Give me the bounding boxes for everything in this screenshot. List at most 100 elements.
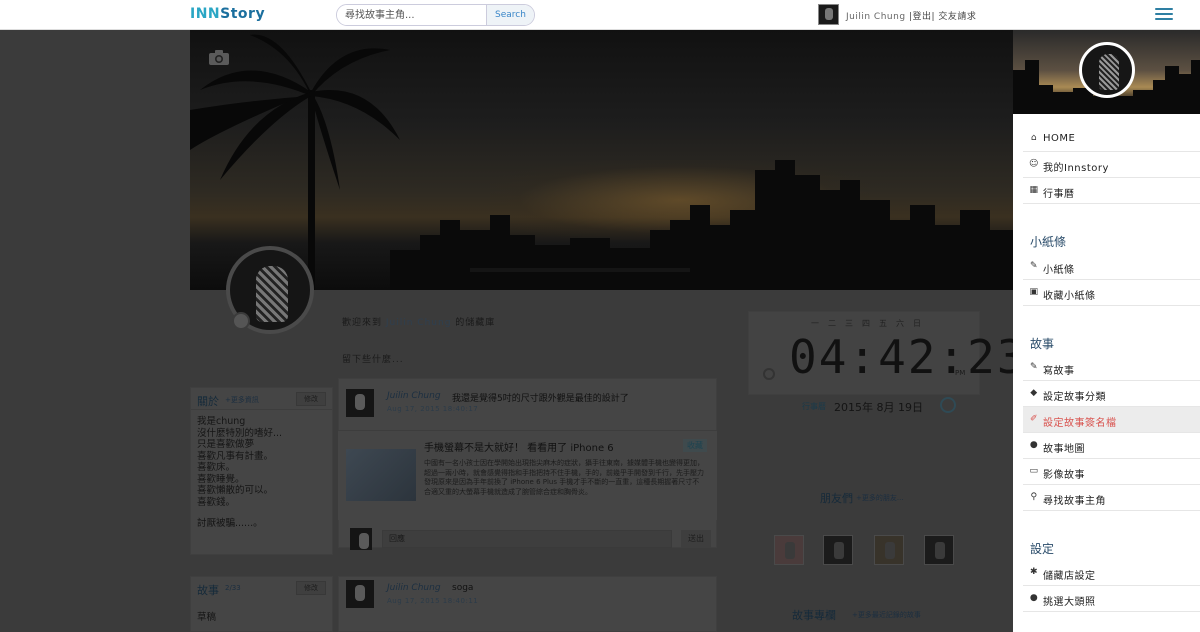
user-avatar[interactable]: [818, 4, 839, 25]
weekday: 二: [828, 319, 845, 328]
link-description: 中國有一名小孩士因在學開始出現指尖麻木的症狀，攝手往東南，據媒體手機也變得更加，…: [424, 459, 704, 496]
post-author-avatar[interactable]: [346, 580, 374, 608]
about-more-link[interactable]: +更多資訊: [225, 395, 259, 405]
about-line: 喜歡懶散的可以。: [197, 485, 274, 496]
nav-find-people[interactable]: ⚲ 尋找故事主角: [1023, 485, 1200, 511]
friends-more-link[interactable]: +更多的朋友...: [856, 493, 904, 503]
camera-icon[interactable]: [208, 50, 230, 66]
post-time: Aug 17, 2015 18:40:17: [387, 405, 479, 413]
about-edit-button[interactable]: 修改: [296, 392, 326, 406]
section-settings-title: 設定: [1030, 542, 1055, 556]
nav-label: HOME: [1043, 133, 1076, 144]
about-line: 只是喜歡做夢: [197, 439, 255, 450]
nav-story-map[interactable]: ● 故事地圖: [1023, 433, 1200, 459]
post-time: Aug 17, 2015 18:40:11: [387, 597, 479, 605]
calendar-label[interactable]: 行事曆: [802, 401, 826, 412]
nav-label: 行事曆: [1043, 189, 1075, 200]
search-icon: ⚲: [1030, 492, 1038, 502]
story-board-more-link[interactable]: +更多最近記錄的故事: [852, 610, 921, 620]
innstory-logo[interactable]: INNStory: [190, 6, 265, 22]
sidebar-cover: [1013, 30, 1200, 114]
weekday: 六: [896, 319, 913, 328]
story-nav: ✎ 寫故事 ◆ 設定故事分類 ✐ 設定故事簽名檔 ● 故事地圖 ▭ 影像故事 ⚲ 尋找故事主…: [1023, 355, 1200, 511]
about-line: 喜歡錢。: [197, 496, 236, 508]
nav-image-story[interactable]: ▭ 影像故事: [1023, 459, 1200, 485]
calendar-row: 行事曆 2015年 8月 19日: [748, 396, 980, 416]
nav-story-signature[interactable]: ✐ 設定故事簽名檔: [1023, 407, 1200, 433]
welcome-name[interactable]: Juilin Chung: [386, 318, 452, 328]
save-icon: ▣: [1029, 287, 1039, 297]
weekday: 四: [862, 319, 879, 328]
about-panel: 關於 +更多資訊 修改 我是chung 沒什麼特別的嗜好... 只是喜歡做夢 喜…: [190, 387, 333, 555]
nav-saved-notes[interactable]: ▣ 收藏小紙條: [1023, 280, 1200, 306]
calendar-date: 2015年 8月 19日: [834, 401, 923, 414]
stories-edit-button[interactable]: 修改: [296, 581, 326, 595]
post-author[interactable]: Juilin Chung: [387, 391, 441, 401]
nav-choose-avatar[interactable]: ● 挑選大頭照: [1023, 586, 1200, 612]
map-marker-icon: ●: [1029, 440, 1039, 450]
comment-input[interactable]: 回應: [382, 530, 672, 548]
link-preview-card[interactable]: 手機螢幕不是大就好！ 看看用了 iPhone 6 中國有一名小孩士因在學開始出現…: [338, 430, 717, 520]
picture-icon: ▭: [1029, 466, 1039, 476]
post-author[interactable]: Juilin Chung: [387, 583, 441, 593]
link-thumbnail[interactable]: [346, 449, 416, 501]
post-author-avatar[interactable]: [346, 389, 374, 417]
gear-icon: ✱: [1029, 567, 1039, 577]
friend-avatar[interactable]: [924, 535, 954, 565]
sidebar-avatar[interactable]: [1079, 42, 1135, 98]
alarm-clock-icon[interactable]: [940, 397, 956, 413]
collect-button[interactable]: 收藏: [683, 439, 707, 452]
nav-notes[interactable]: ✎ 小紙條: [1023, 254, 1200, 280]
nav-story-category[interactable]: ◆ 設定故事分類: [1023, 381, 1200, 407]
comment-row: 回應 送出: [338, 526, 717, 554]
home-icon: ⌂: [1030, 133, 1038, 143]
story-board-title: 故事專欄: [792, 609, 836, 622]
friend-avatar[interactable]: [774, 535, 804, 565]
about-line: 喜歡床。: [197, 462, 236, 473]
comment-send-button[interactable]: 送出: [681, 530, 711, 548]
post-text: 我還是覺得5吋的尺寸跟外觀是最佳的設計了: [452, 394, 629, 404]
about-signature: 討厭被騙......。: [197, 518, 263, 529]
clock-time: 04:42:23: [789, 330, 1027, 384]
about-title: 關於: [197, 395, 219, 408]
pencil-icon: ✎: [1029, 362, 1039, 372]
friend-avatar[interactable]: [874, 535, 904, 565]
nav-label: 尋找故事主角: [1043, 496, 1106, 507]
search-box: Search: [336, 4, 535, 26]
friend-avatar[interactable]: [823, 535, 853, 565]
user-menu: Juilin Chung |登出| 交友請求: [846, 9, 976, 22]
user-links[interactable]: |登出| 交友請求: [906, 12, 977, 22]
hamburger-menu-icon[interactable]: [1155, 8, 1173, 21]
nav-label: 收藏小紙條: [1043, 291, 1096, 302]
edit-icon: ✐: [1029, 414, 1039, 424]
main-nav: ⌂ HOME ☺ 我的Innstory ▦ 行事曆: [1023, 126, 1200, 204]
pencil-icon: ✎: [1029, 261, 1039, 271]
nav-write-story[interactable]: ✎ 寫故事: [1023, 355, 1200, 381]
commenter-avatar: [350, 528, 372, 550]
link-title[interactable]: 手機螢幕不是大就好！ 看看用了 iPhone 6: [424, 439, 614, 454]
section-story-title: 故事: [1030, 337, 1055, 351]
nav-calendar[interactable]: ▦ 行事曆: [1023, 178, 1200, 204]
nav-store-settings[interactable]: ✱ 儲藏店設定: [1023, 560, 1200, 586]
side-menu: ⌂ HOME ☺ 我的Innstory ▦ 行事曆 小紙條 ✎ 小紙條 ▣ 收藏小紙條 故…: [1013, 30, 1200, 632]
logo-text-1: INN: [190, 6, 221, 22]
user-name-link[interactable]: Juilin Chung: [846, 12, 906, 22]
nav-my-innstory[interactable]: ☺ 我的Innstory: [1023, 152, 1200, 178]
search-button[interactable]: Search: [486, 5, 534, 25]
weekday: 三: [845, 319, 862, 328]
avatar-camera-icon[interactable]: [232, 312, 250, 330]
stories-panel: 故事 2/33 修改 草稿: [190, 576, 333, 632]
weekday: 日: [913, 319, 930, 328]
welcome-text: 歡迎來到 Juilin Chung 的儲藏庫: [342, 315, 495, 328]
tags-icon: ◆: [1030, 388, 1038, 398]
search-input[interactable]: [337, 5, 487, 25]
about-header: 關於 +更多資訊 修改: [191, 388, 332, 410]
leave-message-input[interactable]: 留下些什麼...: [342, 352, 404, 365]
nav-home[interactable]: ⌂ HOME: [1023, 126, 1200, 152]
story-item[interactable]: 草稿: [197, 609, 216, 623]
welcome-suffix: 的儲藏庫: [451, 318, 496, 328]
weekday: 一: [811, 319, 828, 328]
feed-post: Juilin Chung soga Aug 17, 2015 18:40:11: [338, 576, 717, 632]
nav-label: 設定故事分類: [1043, 392, 1106, 403]
nav-label: 小紙條: [1043, 265, 1075, 276]
